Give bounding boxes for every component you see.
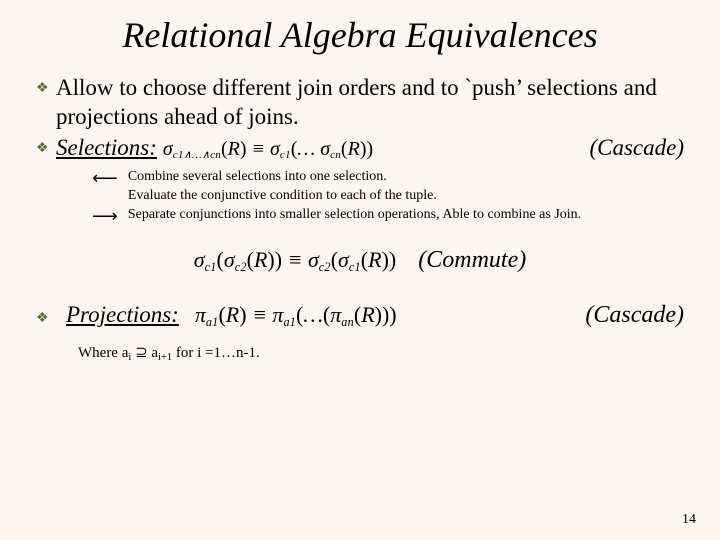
commute-block: σc1(σc2(R)) ≡ σc2(σc1(R)) (Commute): [36, 247, 684, 274]
note-evaluate: Evaluate the conjunctive condition to ea…: [128, 188, 437, 203]
cascade-label-2: (Cascade): [585, 302, 684, 329]
selection-notes: ⟵ Combine several selections into one se…: [92, 168, 684, 225]
bullet-projections: ❖ Projections: πa1(R) ≡ πa1(…(πan(R))) (…: [36, 302, 684, 329]
slide: Relational Algebra Equivalences ❖ Allow …: [0, 0, 720, 540]
note-separate-line: ⟶ Separate conjunctions into smaller sel…: [92, 206, 684, 225]
page-number: 14: [682, 512, 696, 528]
page-title: Relational Algebra Equivalences: [36, 14, 684, 56]
note-combine: Combine several selections into one sele…: [128, 169, 387, 184]
formula-cascade-selections: σc1∧…∧cn(R) ≡ σc1(… σcn(R)): [163, 137, 373, 162]
formula-cascade-projections: πa1(R) ≡ πa1(…(πan(R))): [195, 302, 397, 328]
formula-commute-selections: σc1(σc2(R)) ≡ σc2(σc1(R)): [194, 247, 396, 273]
intro-text: Allow to choose different join orders an…: [56, 74, 684, 132]
arrow-left-icon: ⟵: [92, 169, 116, 187]
diamond-icon: ❖: [36, 310, 56, 327]
diamond-icon: ❖: [36, 80, 56, 97]
bullet-selections: ❖ Selections: σc1∧…∧cn(R) ≡ σc1(… σcn(R)…: [36, 134, 684, 163]
note-separate: Separate conjunctions into smaller selec…: [128, 206, 684, 225]
commute-label: (Commute): [418, 247, 526, 274]
diamond-icon: ❖: [36, 140, 56, 157]
note-combine-line: ⟵ Combine several selections into one se…: [92, 168, 684, 206]
projections-label: Projections:: [66, 302, 179, 328]
where-clause: Where ai ⊇ ai+1 for i =1…n-1.: [78, 343, 684, 362]
selections-label: Selections:: [56, 134, 157, 163]
arrow-right-icon: ⟶: [92, 207, 116, 225]
bullet-intro: ❖ Allow to choose different join orders …: [36, 74, 684, 132]
cascade-label-1: (Cascade): [589, 134, 684, 163]
